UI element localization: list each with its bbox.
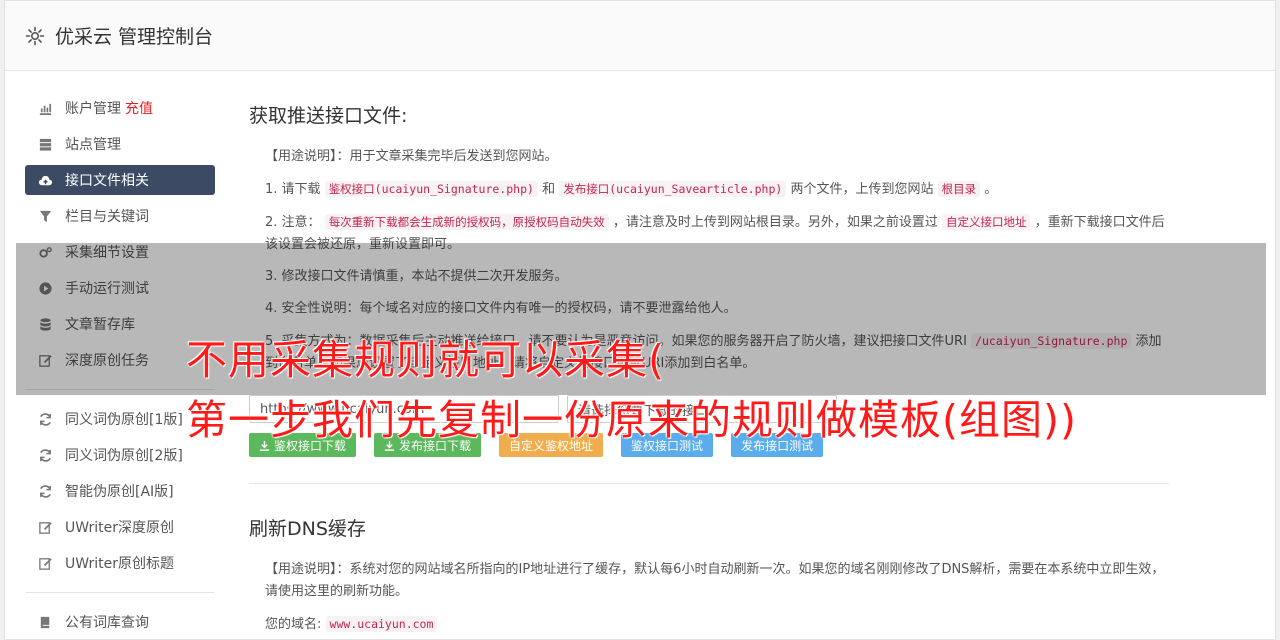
book-icon <box>37 614 53 630</box>
custom-url-code: 自定义接口地址 <box>941 214 1031 230</box>
sidebar-item-label: 栏目与关键词 <box>65 209 149 225</box>
domain-line: 您的域名: www.ucaiyun.com <box>265 613 1169 636</box>
sidebar-item-label: UWriter原创标题 <box>65 556 174 572</box>
sidebar-item[interactable]: 接口文件相关 <box>25 165 215 195</box>
filter-icon <box>37 208 53 224</box>
refresh-icon <box>37 447 53 463</box>
bar-chart-icon <box>37 100 53 116</box>
section-title-interface: 获取推送接口文件: <box>249 105 408 127</box>
headline-line-1: 不用采集规则就可以采集( <box>186 336 665 384</box>
root-dir-code: 根目录 <box>937 181 981 197</box>
step-1: 1. 请下载 鉴权接口(ucaiyun_Signature.php) 和 发布接… <box>265 181 998 197</box>
sidebar-item-label: UWriter深度原创 <box>65 520 174 536</box>
section-title-dns: 刷新DNS缓存 <box>249 518 366 540</box>
edit-icon <box>37 519 53 535</box>
recharge-link[interactable]: 充值 <box>125 98 153 118</box>
sidebar-item[interactable]: 账户管理 充值 <box>25 93 215 123</box>
pub-file-code: 发布接口(ucaiyun_Savearticle.php) <box>559 181 787 197</box>
sidebar-item-label: 智能伪原创[AI版] <box>65 484 174 500</box>
sidebar-item[interactable]: UWriter深度原创 <box>25 512 215 542</box>
domain-code: www.ucaiyun.com <box>325 616 438 632</box>
gear-icon <box>25 26 45 45</box>
sig-file-code: 鉴权接口(ucaiyun_Signature.php) <box>324 181 538 197</box>
refresh-icon <box>37 483 53 499</box>
sidebar-item-label: 同义词伪原创[2版] <box>65 448 183 464</box>
sidebar-item[interactable]: 智能伪原创[AI版] <box>25 476 215 506</box>
sidebar-divider <box>25 592 215 593</box>
usage-text: 【用途说明】：用于文章采集完毕后发送到您网站。 <box>265 149 558 164</box>
sidebar-item[interactable]: 栏目与关键词 <box>25 201 215 231</box>
sidebar-item-label: 接口文件相关 <box>65 173 149 189</box>
sidebar-item-label: 账户管理 <box>65 101 121 117</box>
section-divider <box>249 483 1169 484</box>
refresh-icon <box>37 411 53 427</box>
headline-line-2: 第一步我们先复制一份原来的规则做模板(组图)) <box>186 396 1077 444</box>
dns-usage-text: 【用途说明】：系统对您的网站域名所指向的IP地址进行了缓存，默认每6小时自动刷新… <box>265 562 1165 599</box>
sidebar-item-label: 同义词伪原创[1版] <box>65 412 183 428</box>
cloud-upload-icon <box>37 172 53 188</box>
sidebar-item-label: 公有词库查询 <box>65 615 149 631</box>
sidebar-item[interactable]: UWriter原创标题 <box>25 548 215 578</box>
app-title: 优采云 管理控制台 <box>55 26 214 48</box>
top-bar: 优采云 管理控制台 <box>5 1 1275 71</box>
server-icon <box>37 136 53 152</box>
sidebar-item[interactable]: 公有词库查询 <box>25 607 215 637</box>
warning-code: 每次重新下载都会生成新的授权码，原授权码自动失效 <box>324 214 609 230</box>
edit-icon <box>37 555 53 571</box>
sidebar-item[interactable]: 站点管理 <box>25 129 215 159</box>
sidebar-item-label: 站点管理 <box>65 137 121 153</box>
